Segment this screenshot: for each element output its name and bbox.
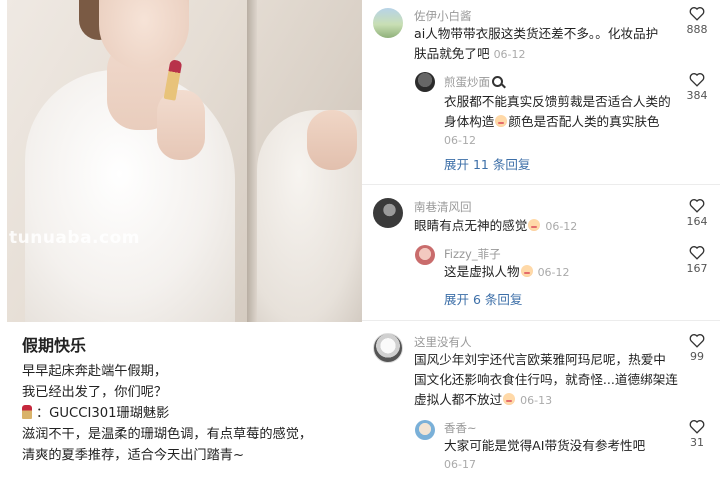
avatar[interactable] <box>415 245 435 265</box>
like-button[interactable]: 164 <box>682 198 712 228</box>
avatar[interactable] <box>373 198 403 228</box>
heart-icon <box>689 334 705 348</box>
reply-date: 06-17 <box>444 458 476 471</box>
like-count: 99 <box>690 350 704 363</box>
heart-icon <box>689 7 705 21</box>
comment-text: ai人物带带衣服这类货还差不多。。化妆品护 肤品就免了吧 06-12 <box>414 26 659 61</box>
comments-panel: 佐伊小白酱 ai人物带带衣服这类货还差不多。。化妆品护 肤品就免了吧 06-12 … <box>362 0 720 480</box>
post-body: 早早起床奔赴端午假期， 我已经出发了，你们呢？ ：GUCCI301珊瑚魅影 滋润… <box>22 364 313 463</box>
comment-username[interactable]: 佐伊小白酱 <box>414 8 472 24</box>
emoji-icon <box>528 219 541 231</box>
reply-username[interactable]: 煎蛋炒面 <box>444 74 503 90</box>
comment-date: 06-12 <box>545 220 578 233</box>
post-card: tunuaba.com 假期快乐 早早起床奔赴端午假期， 我已经出发了，你们呢？… <box>0 0 362 480</box>
lipstick-icon <box>22 405 32 419</box>
heart-icon <box>689 246 705 260</box>
like-count: 31 <box>690 436 704 449</box>
reply-username[interactable]: 香香~ <box>444 420 477 436</box>
search-icon <box>492 76 503 87</box>
like-button[interactable]: 167 <box>682 245 712 275</box>
like-button[interactable]: 99 <box>682 333 712 363</box>
watermark: tunuaba.com <box>9 228 140 248</box>
avatar[interactable] <box>415 72 435 92</box>
like-count: 167 <box>686 262 708 275</box>
expand-replies-link[interactable]: 展开 6 条回复 <box>444 289 522 308</box>
avatar[interactable] <box>373 8 403 38</box>
like-button[interactable]: 31 <box>682 419 712 449</box>
like-count: 888 <box>686 23 708 36</box>
avatar[interactable] <box>373 333 403 363</box>
like-button[interactable]: 888 <box>682 6 712 36</box>
emoji-icon <box>520 265 533 277</box>
comment-date: 06-13 <box>520 394 553 407</box>
avatar[interactable] <box>415 420 435 440</box>
comment-text: 国风少年刘宇还代言欧莱雅阿玛尼呢，热爱中 国文化还影响衣食住行吗，就奇怪...道… <box>414 352 678 407</box>
comment-date: 06-12 <box>493 48 526 61</box>
like-button[interactable]: 384 <box>682 72 712 102</box>
emoji-icon <box>495 115 508 127</box>
divider <box>362 184 720 185</box>
post-photo[interactable]: tunuaba.com <box>7 0 362 322</box>
reply-text: 这是虚拟人物 06-12 <box>444 264 570 279</box>
expand-replies-link[interactable]: 展开 11 条回复 <box>444 154 530 173</box>
comment-username[interactable]: 南巷清风回 <box>414 199 472 215</box>
reply-text: 衣服都不能真实反馈剪裁是否适合人类的 身体构造 颜色是否配人类的真实肤色 06-1… <box>444 92 671 150</box>
reply-date: 06-12 <box>537 266 570 279</box>
comment-username[interactable]: 这里没有人 <box>414 334 472 350</box>
heart-icon <box>689 73 705 87</box>
like-count: 164 <box>686 215 708 228</box>
post-title: 假期快乐 <box>22 336 87 355</box>
reply-username[interactable]: Fizzy_菲子 <box>444 246 501 262</box>
heart-icon <box>689 199 705 213</box>
emoji-icon <box>503 393 516 405</box>
reply-date: 06-12 <box>444 134 476 147</box>
comment-text: 眼睛有点无神的感觉 06-12 <box>414 218 578 233</box>
like-count: 384 <box>686 89 708 102</box>
divider <box>362 320 720 321</box>
heart-icon <box>689 420 705 434</box>
reply-text: 大家可能是觉得AI带货没有参考性吧 06-17 <box>444 436 645 474</box>
